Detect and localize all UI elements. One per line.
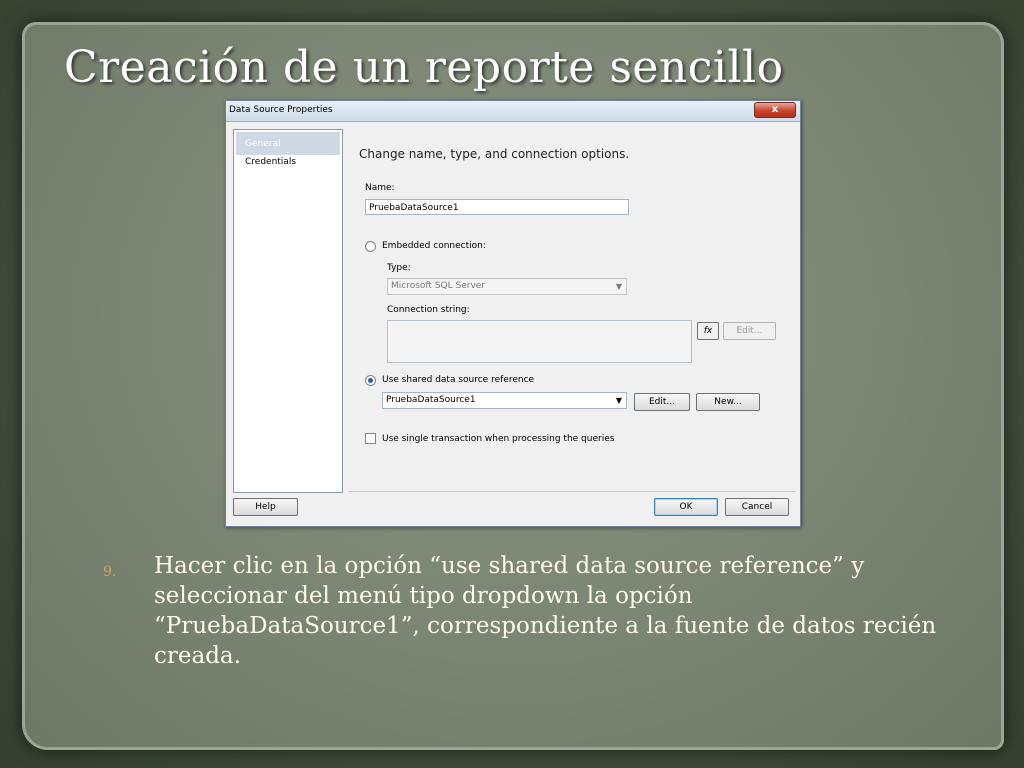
embedded-connection-label: Embedded connection: bbox=[382, 241, 486, 251]
name-input[interactable]: PruebaDataSource1 bbox=[365, 199, 629, 215]
dialog-title: Data Source Properties bbox=[229, 105, 333, 115]
edit-button[interactable]: Edit... bbox=[634, 393, 690, 411]
cancel-button[interactable]: Cancel bbox=[725, 498, 789, 516]
shared-data-source-label: Use shared data source reference bbox=[382, 375, 535, 385]
single-transaction-checkbox[interactable] bbox=[365, 433, 376, 444]
embedded-connection-radio[interactable] bbox=[365, 241, 376, 252]
bullet-text: Hacer clic en la opción “use shared data… bbox=[154, 553, 937, 669]
dialog-content: Change name, type, and connection option… bbox=[348, 129, 796, 491]
name-label: Name: bbox=[365, 183, 395, 193]
dialog-nav-panel: General Credentials bbox=[233, 129, 343, 493]
help-button[interactable]: Help bbox=[233, 498, 298, 516]
slide-title: Creación de un reporte sencillo bbox=[64, 42, 784, 93]
type-label: Type: bbox=[387, 263, 411, 273]
single-transaction-label: Use single transaction when processing t… bbox=[382, 434, 615, 444]
nav-item-label: Credentials bbox=[245, 157, 297, 167]
nav-item-label: General bbox=[245, 139, 281, 149]
nav-item-general[interactable]: General bbox=[236, 132, 340, 155]
ok-button[interactable]: OK bbox=[654, 498, 718, 516]
connection-string-textarea[interactable] bbox=[387, 320, 692, 363]
type-select-value: Microsoft SQL Server bbox=[391, 281, 486, 291]
bullet-number: 9. bbox=[103, 564, 117, 580]
shared-data-source-value: PruebaDataSource1 bbox=[386, 395, 476, 405]
connection-string-label: Connection string: bbox=[387, 305, 470, 315]
shared-data-source-radio[interactable] bbox=[365, 375, 376, 386]
chevron-down-icon: ▼ bbox=[615, 396, 622, 405]
data-source-properties-dialog: Data Source Properties x General Credent… bbox=[225, 100, 801, 527]
expression-button[interactable]: fx bbox=[697, 322, 719, 340]
fx-icon: fx bbox=[703, 326, 713, 336]
shared-data-source-select[interactable]: PruebaDataSource1 ▼ bbox=[382, 392, 627, 409]
chevron-down-icon: ▼ bbox=[615, 282, 622, 291]
close-button[interactable]: x bbox=[754, 102, 796, 118]
section-heading: Change name, type, and connection option… bbox=[359, 147, 630, 161]
footer-divider bbox=[348, 491, 796, 492]
type-select[interactable]: Microsoft SQL Server ▼ bbox=[387, 278, 627, 295]
dialog-titlebar[interactable]: Data Source Properties x bbox=[226, 101, 800, 122]
edit-connection-button[interactable]: Edit... bbox=[723, 322, 776, 340]
nav-item-credentials[interactable]: Credentials bbox=[236, 157, 340, 180]
new-button[interactable]: New... bbox=[696, 393, 760, 411]
close-icon: x bbox=[771, 104, 779, 115]
